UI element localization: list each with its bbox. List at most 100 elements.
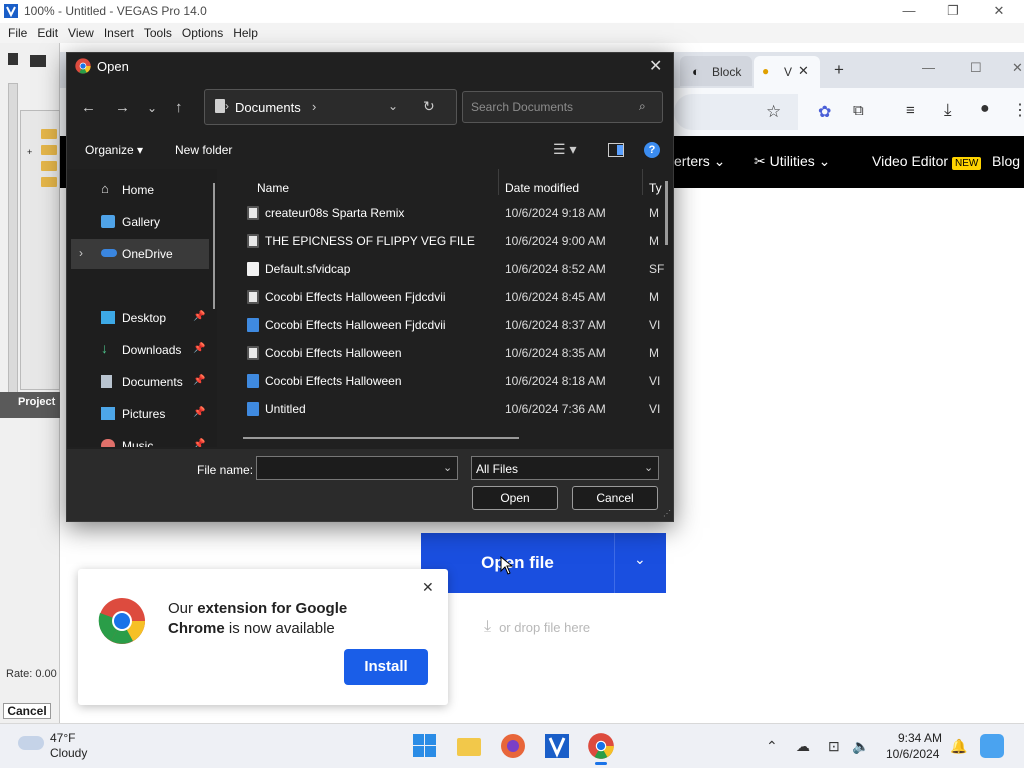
refresh-icon[interactable]: ↻ xyxy=(423,98,435,115)
install-button[interactable]: Install xyxy=(344,649,428,685)
restore-icon[interactable]: ❐ xyxy=(930,0,976,23)
help-icon[interactable]: ? xyxy=(644,142,660,158)
copilot-icon[interactable] xyxy=(980,734,1004,758)
expand-icon[interactable]: + xyxy=(27,147,32,157)
chevron-down-icon[interactable]: ⌄ xyxy=(388,99,398,113)
vegas-folder-tree[interactable]: + xyxy=(20,110,60,390)
nav-pane-scrollbar[interactable] xyxy=(213,183,215,309)
show-hidden-icons-chevron-icon[interactable]: ⌃ xyxy=(766,738,778,755)
breadcrumb-chevron-icon[interactable]: › xyxy=(312,99,316,114)
weather-cloud-icon[interactable] xyxy=(18,736,44,750)
file-type-select[interactable]: All Files ⌄ xyxy=(471,456,659,480)
file-explorer-icon[interactable] xyxy=(455,732,483,760)
nav-item-desktop[interactable]: Desktop 📌 xyxy=(67,303,205,333)
open-button[interactable]: Open xyxy=(472,486,558,510)
column-header-date[interactable]: Date modified xyxy=(505,181,579,195)
up-arrow-icon[interactable]: ↑ xyxy=(175,99,183,116)
minimize-icon[interactable]: — xyxy=(886,0,932,23)
clock-date[interactable]: 10/6/2024 xyxy=(886,747,939,761)
chevron-down-icon[interactable]: ⌄ xyxy=(443,461,452,474)
column-separator[interactable] xyxy=(498,169,499,195)
expand-chevron-icon[interactable]: › xyxy=(79,246,83,260)
menu-view[interactable]: View xyxy=(68,26,94,40)
chrome-tab[interactable]: ◐ Block xyxy=(680,56,752,86)
column-header-name[interactable]: Name xyxy=(257,181,289,195)
menu-edit[interactable]: Edit xyxy=(37,26,58,40)
nav-item-pictures[interactable]: Pictures 📌 xyxy=(67,399,205,429)
menu-options[interactable]: Options xyxy=(182,26,223,40)
network-icon[interactable]: ⊡ xyxy=(828,738,840,755)
back-arrow-icon[interactable]: ← xyxy=(81,99,96,116)
menu-help[interactable]: Help xyxy=(233,26,258,40)
close-icon[interactable]: ✕ xyxy=(422,579,434,596)
forward-arrow-icon[interactable]: → xyxy=(115,99,130,116)
cancel-button[interactable]: Cancel xyxy=(572,486,658,510)
firefox-icon[interactable] xyxy=(499,732,527,760)
menu-tools[interactable]: Tools xyxy=(144,26,172,40)
organize-menu[interactable]: Organize ▾ xyxy=(85,143,143,157)
extensions-puzzle-icon[interactable]: ⧉ xyxy=(853,102,864,119)
column-header-type[interactable]: Ty xyxy=(649,181,662,195)
vegas-pro-icon[interactable] xyxy=(543,732,571,760)
nav-converters[interactable]: erters ⌄ xyxy=(674,153,725,170)
nav-item-gallery[interactable]: Gallery xyxy=(67,207,205,237)
weather-condition[interactable]: Cloudy xyxy=(50,746,87,760)
notification-bell-icon[interactable]: 🔔 xyxy=(950,738,967,755)
start-windows-icon[interactable] xyxy=(411,732,439,760)
volume-icon[interactable]: 🔈 xyxy=(852,738,869,755)
new-folder-button[interactable]: New folder xyxy=(175,143,232,157)
clock-time[interactable]: 9:34 AM xyxy=(898,731,942,745)
close-icon[interactable]: ✕ xyxy=(1012,60,1023,76)
maximize-icon[interactable]: ☐ xyxy=(970,60,982,76)
file-row[interactable]: createur08s Sparta Remix 10/6/2024 9:18 … xyxy=(227,199,667,227)
minimize-icon[interactable]: — xyxy=(922,60,935,75)
nav-video-editor[interactable]: Video Editor NEW xyxy=(872,153,982,170)
chrome-menu-icon[interactable]: ⋮ xyxy=(1012,100,1024,120)
download-icon[interactable]: ⤓ xyxy=(944,100,952,120)
extension-icon[interactable]: ✿ xyxy=(818,102,831,122)
profile-icon[interactable]: ● xyxy=(980,100,990,118)
recent-locations-chevron-icon[interactable]: ⌄ xyxy=(147,101,157,115)
file-list-horizontal-scrollbar[interactable] xyxy=(243,437,519,439)
toolbar-icon[interactable] xyxy=(8,53,18,65)
panel-scrollbar[interactable] xyxy=(8,83,18,393)
file-row[interactable]: Cocobi Effects Halloween Fjdcdvii 10/6/2… xyxy=(227,311,667,339)
column-separator[interactable] xyxy=(642,169,643,195)
address-path[interactable]: Documents xyxy=(235,100,301,115)
close-tab-icon[interactable]: ✕ xyxy=(798,63,809,79)
file-row[interactable]: Default.sfvidcap 10/6/2024 8:52 AM SF xyxy=(227,255,667,283)
nav-item-home[interactable]: ⌂ Home xyxy=(67,175,205,205)
onedrive-icon[interactable]: ☁ xyxy=(796,738,810,755)
project-media-tab[interactable]: Project xyxy=(0,392,60,418)
folder-icon[interactable] xyxy=(30,55,46,67)
menu-insert[interactable]: Insert xyxy=(104,26,134,40)
address-bar[interactable]: › Documents › ⌄ ↻ xyxy=(204,89,457,125)
vegas-cancel-button[interactable]: Cancel xyxy=(3,703,51,719)
search-input[interactable]: Search Documents ⌕ xyxy=(462,91,663,123)
chevron-down-icon[interactable]: ⌄ xyxy=(634,551,646,568)
open-file-button[interactable]: Open file ⌄ xyxy=(421,533,666,593)
chrome-taskbar-icon[interactable] xyxy=(587,732,615,765)
media-control-icon[interactable]: ≡ xyxy=(906,102,915,119)
omnibox[interactable]: ☆ xyxy=(674,94,798,130)
file-list-vertical-scrollbar[interactable] xyxy=(665,181,668,245)
close-icon[interactable]: ✕ xyxy=(976,0,1022,23)
file-name-input[interactable]: ⌄ xyxy=(256,456,458,480)
view-options-icon[interactable]: ☰ ▾ xyxy=(553,141,576,158)
close-icon[interactable]: ✕ xyxy=(649,56,662,76)
nav-item-downloads[interactable]: ↓ Downloads 📌 xyxy=(67,335,205,365)
nav-item-onedrive[interactable]: › OneDrive xyxy=(71,239,209,269)
new-tab-icon[interactable]: + xyxy=(834,60,844,80)
nav-item-music[interactable]: Music 📌 xyxy=(67,431,205,447)
weather-temperature[interactable]: 47°F xyxy=(50,731,75,745)
resize-grip-icon[interactable]: ⋰ xyxy=(663,509,671,518)
file-row[interactable]: Cocobi Effects Halloween Fjdcdvii 10/6/2… xyxy=(227,283,667,311)
file-row[interactable]: Cocobi Effects Halloween 10/6/2024 8:18 … xyxy=(227,367,667,395)
bookmark-star-icon[interactable]: ☆ xyxy=(766,102,781,122)
chrome-tab-active[interactable]: ● V ✕ xyxy=(754,56,820,88)
file-row[interactable]: Cocobi Effects Halloween 10/6/2024 8:35 … xyxy=(227,339,667,367)
file-row[interactable]: Untitled 10/6/2024 7:36 AM VI xyxy=(227,395,667,423)
nav-utilities[interactable]: ✂ Utilities ⌄ xyxy=(754,153,830,170)
nav-item-documents[interactable]: Documents 📌 xyxy=(67,367,205,397)
preview-pane-icon[interactable] xyxy=(608,143,624,157)
